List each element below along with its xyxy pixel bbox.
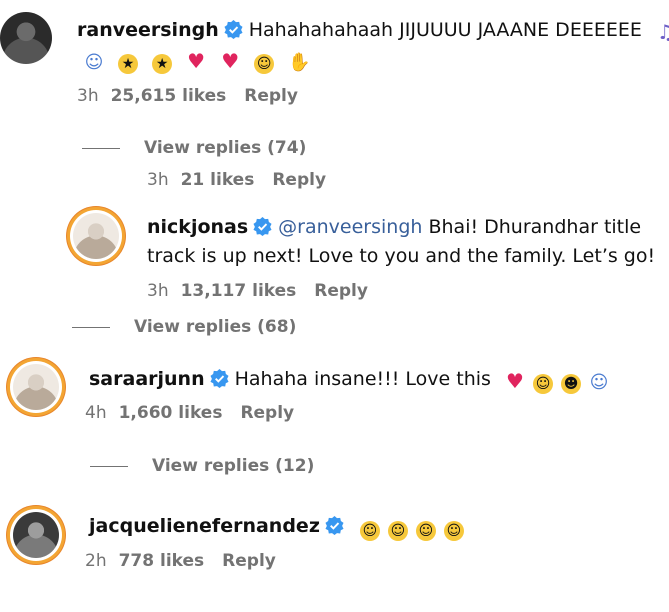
- timestamp: 2h: [85, 551, 107, 571]
- timestamp: 3h: [147, 281, 169, 301]
- reply-button[interactable]: Reply: [272, 170, 326, 190]
- divider-line: [90, 465, 128, 467]
- verified-badge-icon: [253, 217, 272, 236]
- likes-count[interactable]: 21 likes: [181, 170, 255, 190]
- likes-count[interactable]: 778 likes: [119, 551, 205, 571]
- star-struck-icon: ★: [152, 54, 173, 74]
- username[interactable]: ranveersingh: [77, 19, 219, 41]
- laughing-icon: ☺: [415, 521, 436, 541]
- avatar-nickjonas[interactable]: [70, 210, 122, 262]
- rofl-icon: ☺: [533, 374, 553, 394]
- dancer-icon: ☺: [84, 52, 104, 73]
- ok-hand-icon: ✋: [288, 52, 311, 73]
- reply-button[interactable]: Reply: [240, 403, 294, 423]
- divider-line: [82, 147, 120, 149]
- reply-button[interactable]: Reply: [244, 86, 298, 106]
- laughing-icon: ☺: [359, 521, 380, 541]
- reply-meta: 3h 21 likes Reply: [147, 169, 326, 191]
- comment-meta: 3h 13,117 likes Reply: [147, 280, 368, 302]
- emoji-row: ☺ ★ ★ ♥ ♥ ☺ ✋: [84, 46, 316, 74]
- username[interactable]: saraarjunn: [89, 368, 205, 390]
- comment-text: Bhai! Dhurandhar title: [428, 216, 642, 238]
- comment-meta: 4h 1,660 likes Reply: [85, 402, 294, 424]
- verified-badge-icon: [325, 516, 344, 535]
- verified-badge-icon: [210, 369, 229, 388]
- music-notes-icon: ♫: [656, 20, 669, 44]
- comment-text: Hahaha insane!!! Love this: [234, 368, 491, 390]
- comment-line: track is up next! Love to you and the fa…: [147, 243, 655, 269]
- laughing-icon: ☺: [254, 54, 275, 74]
- verified-badge-icon: [224, 20, 243, 39]
- comment-line: jacquelienefernandez ☺ ☺ ☺ ☺: [89, 513, 472, 541]
- laughing-icon: ☺: [443, 521, 464, 541]
- comment-line: nickjonas @ranveersingh Bhai! Dhurandhar …: [147, 214, 641, 240]
- view-replies-button[interactable]: View replies (68): [72, 316, 296, 338]
- divider-line: [72, 326, 110, 328]
- mention-link[interactable]: @ranveersingh: [278, 216, 422, 238]
- comment-text: track is up next! Love to you and the fa…: [147, 245, 656, 267]
- username[interactable]: nickjonas: [147, 216, 248, 238]
- likes-count[interactable]: 25,615 likes: [111, 86, 227, 106]
- view-replies-label: View replies (68): [134, 317, 297, 337]
- heart-icon: ♥: [506, 369, 524, 393]
- view-replies-button[interactable]: View replies (74): [82, 137, 306, 159]
- comment-meta: 3h 25,615 likes Reply: [77, 85, 298, 107]
- view-replies-label: View replies (74): [144, 138, 307, 158]
- dancer-icon: ☺: [589, 372, 609, 393]
- red-heart-icon: ♥: [221, 49, 240, 73]
- timestamp: 3h: [147, 170, 169, 190]
- view-replies-label: View replies (12): [152, 456, 315, 476]
- star-struck-icon: ★: [118, 54, 139, 74]
- reply-button[interactable]: Reply: [222, 551, 276, 571]
- laughing-icon: ☺: [387, 521, 408, 541]
- kiss-wink-icon: ☻: [561, 374, 581, 394]
- two-hearts-icon: ♥: [187, 49, 206, 73]
- avatar-jacquelienefernandez[interactable]: [10, 509, 62, 561]
- username[interactable]: jacquelienefernandez: [89, 515, 320, 537]
- comment-meta: 2h 778 likes Reply: [85, 550, 276, 572]
- avatar-saraarjunn[interactable]: [10, 361, 62, 413]
- view-replies-button[interactable]: View replies (12): [90, 455, 314, 477]
- avatar-ranveersingh[interactable]: [0, 12, 52, 64]
- comment-text: Hahahahahaah JIJUUUU JAAANE DEEEEEE: [248, 19, 642, 41]
- comment-line: saraarjunn Hahaha insane!!! Love this ♥ ☺ ☻…: [89, 366, 617, 394]
- likes-count[interactable]: 1,660 likes: [119, 403, 223, 423]
- timestamp: 4h: [85, 403, 107, 423]
- likes-count[interactable]: 13,117 likes: [181, 281, 297, 301]
- timestamp: 3h: [77, 86, 99, 106]
- reply-button[interactable]: Reply: [314, 281, 368, 301]
- comment-line: ranveersingh Hahahahahaah JIJUUUU JAAANE …: [77, 17, 669, 43]
